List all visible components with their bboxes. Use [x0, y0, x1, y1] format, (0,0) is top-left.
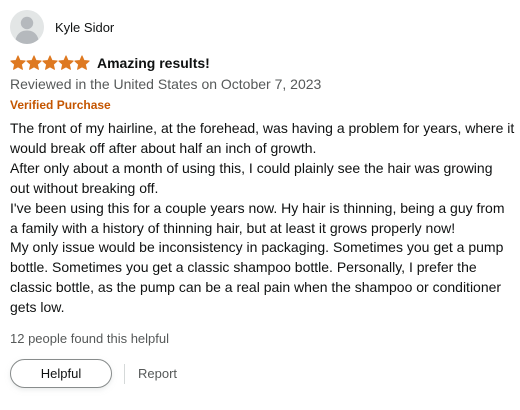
review-date: Reviewed in the United States on October… — [10, 76, 322, 92]
helpful-button[interactable]: Helpful — [10, 359, 112, 389]
review-actions: Helpful Report — [10, 359, 520, 389]
default-profile-icon[interactable] — [10, 10, 44, 44]
helpful-vote-count: 12 people found this helpful — [10, 331, 170, 347]
reviewer-profile[interactable]: Kyle Sidor — [10, 10, 520, 44]
review-body: The front of my hairline, at the forehea… — [10, 119, 515, 318]
customer-review: Kyle Sidor Amazing results! Reviewed in … — [0, 0, 520, 410]
report-link[interactable]: Report — [138, 366, 177, 381]
review-paragraph: The front of my hairline, at the forehea… — [10, 120, 515, 156]
review-title[interactable]: Amazing results! — [97, 55, 210, 71]
review-header: Amazing results! — [10, 53, 520, 73]
review-paragraph: After only about a month of using this, … — [10, 159, 493, 196]
review-paragraph: I've been using this for a couple years … — [10, 199, 505, 236]
star-filled-icon — [26, 55, 42, 70]
review-paragraph: My only issue would be inconsistency in … — [10, 239, 504, 316]
verified-purchase-badge[interactable]: Verified Purchase — [10, 96, 520, 114]
star-filled-icon — [58, 55, 74, 70]
reviewer-name[interactable]: Kyle Sidor — [55, 20, 114, 35]
star-filled-icon — [10, 55, 26, 70]
star-filled-icon — [42, 55, 58, 70]
action-divider — [124, 363, 125, 384]
star-filled-icon — [74, 55, 90, 70]
star-rating[interactable] — [10, 55, 90, 71]
